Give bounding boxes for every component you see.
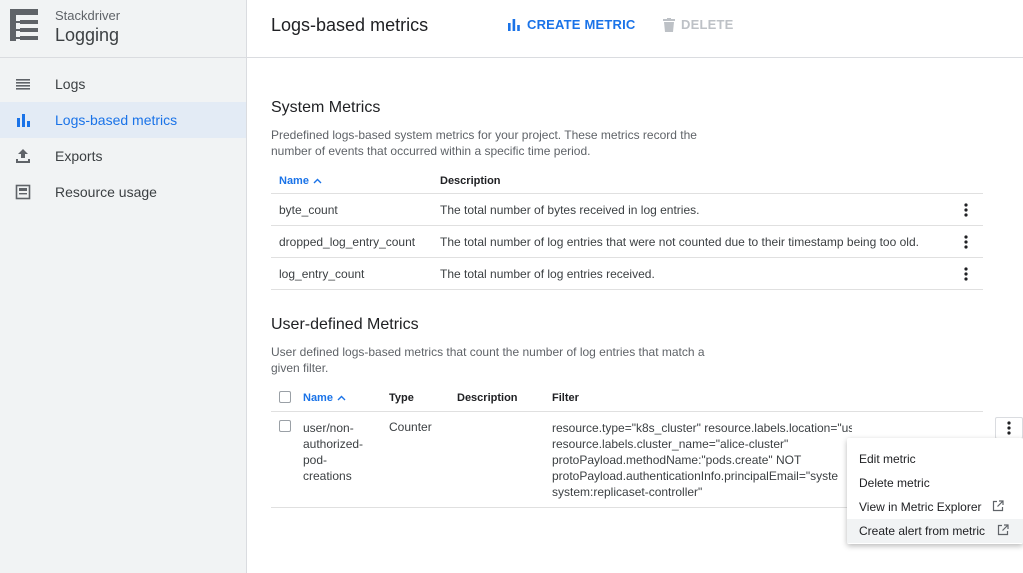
sort-up-icon: [337, 395, 346, 401]
metric-name: log_entry_count: [279, 267, 365, 281]
sidebar-item-logs[interactable]: Logs: [0, 66, 246, 102]
delete-button[interactable]: DELETE: [663, 17, 733, 32]
sidebar-item-exports[interactable]: Exports: [0, 138, 246, 174]
divider: [271, 289, 983, 290]
storage-icon: [15, 184, 31, 200]
bar-chart-icon: [508, 18, 520, 31]
row-actions-button[interactable]: [995, 417, 1023, 439]
more-vert-icon[interactable]: [958, 202, 974, 218]
menu-item-label: Edit metric: [859, 452, 916, 466]
menu-item-edit-metric[interactable]: Edit metric: [847, 447, 1023, 471]
column-header-filter: Filter: [552, 392, 579, 404]
logging-logo-icon: [10, 9, 38, 41]
external-link-icon: [997, 524, 1009, 536]
sidebar: Stackdriver Logging Logs Logs-based metr…: [0, 0, 247, 573]
column-header-label: Name: [279, 175, 309, 187]
metric-name: user/non- authorized- pod- creations: [303, 420, 363, 484]
metric-filter: resource.type="k8s_cluster" resource.lab…: [552, 420, 852, 500]
bar-chart-icon: [17, 114, 30, 127]
user-metrics-title: User-defined Metrics: [271, 316, 419, 333]
metric-description: The total number of bytes received in lo…: [440, 203, 700, 217]
column-header-name[interactable]: Name: [279, 175, 322, 187]
metric-name: byte_count: [279, 203, 338, 217]
delete-label: DELETE: [681, 17, 734, 32]
app-name: Logging: [55, 25, 120, 45]
filter-line: resource.type="k8s_cluster" resource.lab…: [552, 421, 852, 435]
trash-icon: [663, 17, 675, 32]
page-header: Logs-based metrics CREATE METRIC DELETE: [247, 0, 1023, 58]
create-metric-button[interactable]: CREATE METRIC: [507, 17, 636, 32]
menu-item-label: View in Metric Explorer: [859, 500, 982, 514]
user-metrics-description: User defined logs-based metrics that cou…: [271, 345, 705, 375]
metric-description: The total number of log entries received…: [440, 267, 655, 281]
page-title: Logs-based metrics: [271, 15, 429, 35]
column-header-type: Type: [389, 392, 414, 404]
filter-line: protoPayload.authenticationInfo.principa…: [552, 469, 839, 483]
divider: [271, 411, 983, 412]
metric-name-line: pod-: [303, 453, 328, 467]
divider: [271, 257, 983, 258]
system-metrics-description: Predefined logs-based system metrics for…: [271, 128, 697, 158]
more-vert-icon[interactable]: [958, 266, 974, 282]
menu-item-view-in-metric-explorer[interactable]: View in Metric Explorer: [847, 495, 1023, 519]
divider: [271, 225, 983, 226]
brand-header: Stackdriver Logging: [0, 0, 246, 58]
column-header-description: Description: [457, 392, 518, 404]
sidebar-item-logs-based-metrics[interactable]: Logs-based metrics: [0, 102, 246, 138]
list-icon: [16, 79, 30, 90]
sidebar-item-label: Logs-based metrics: [55, 112, 178, 128]
metric-name: dropped_log_entry_count: [279, 235, 416, 249]
metric-name-line: creations: [303, 469, 352, 483]
sidebar-item-label: Exports: [55, 148, 103, 164]
row-checkbox[interactable]: [279, 420, 291, 432]
filter-line: protoPayload.methodName:"pods.create" NO…: [552, 453, 802, 467]
metric-name-line: user/non-: [303, 421, 354, 435]
menu-item-label: Create alert from metric: [859, 524, 986, 538]
menu-item-delete-metric[interactable]: Delete metric: [847, 471, 1023, 495]
more-vert-icon: [1007, 421, 1011, 435]
divider: [271, 193, 983, 194]
metric-name-line: authorized-: [303, 437, 364, 451]
external-link-icon: [992, 500, 1004, 512]
column-header-name[interactable]: Name: [303, 392, 346, 404]
filter-line: resource.labels.cluster_name="alice-clus…: [552, 437, 789, 451]
sidebar-item-label: Resource usage: [55, 184, 157, 200]
more-vert-icon[interactable]: [958, 234, 974, 250]
menu-item-create-alert-from-metric[interactable]: Create alert from metric: [847, 519, 1023, 543]
menu-item-label: Delete metric: [859, 476, 930, 490]
metric-type: Counter: [389, 420, 432, 434]
sidebar-item-resource-usage[interactable]: Resource usage: [0, 174, 246, 210]
sort-up-icon: [313, 178, 322, 184]
column-header-description: Description: [440, 175, 501, 187]
column-header-label: Name: [303, 392, 333, 404]
system-metrics-title: System Metrics: [271, 99, 381, 116]
create-metric-label: CREATE METRIC: [527, 17, 636, 32]
metric-description: The total number of log entries that wer…: [440, 235, 919, 249]
product-name: Stackdriver: [55, 8, 121, 23]
row-actions-menu: Edit metric Delete metric View in Metric…: [847, 438, 1023, 544]
select-all-checkbox[interactable]: [279, 391, 291, 403]
upload-icon: [16, 149, 30, 163]
sidebar-item-label: Logs: [55, 76, 86, 92]
filter-line: system:replicaset-controller": [552, 485, 703, 499]
